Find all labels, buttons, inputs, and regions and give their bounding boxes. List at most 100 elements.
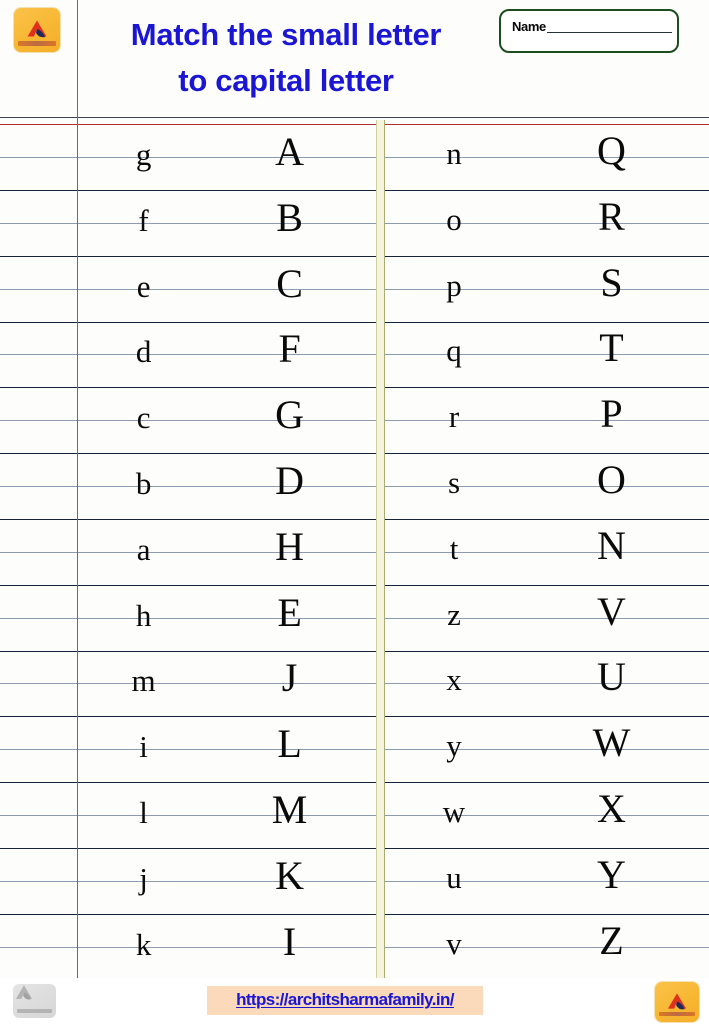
capital-letter[interactable]: X — [514, 789, 709, 829]
letter-pair-row: cG — [78, 395, 376, 441]
letter-pair-row: fB — [78, 197, 376, 244]
letter-pair-row: qT — [384, 328, 709, 374]
small-letter[interactable]: g — [78, 139, 203, 170]
letter-pair-row: zV — [384, 591, 709, 638]
small-letter[interactable]: u — [384, 862, 514, 893]
capital-letter[interactable]: M — [203, 790, 376, 830]
letter-pair-row: xU — [384, 657, 709, 703]
brand-logo-tagline-footer — [658, 1011, 696, 1017]
capital-letter[interactable]: D — [203, 461, 376, 501]
capital-letter[interactable]: G — [203, 395, 376, 435]
small-letter[interactable]: c — [78, 402, 203, 433]
small-letter[interactable]: s — [384, 467, 514, 498]
letter-pair-row: tN — [384, 525, 709, 572]
letter-pair-row: wX — [384, 789, 709, 835]
brand-logo-mark — [27, 20, 47, 37]
capital-letter[interactable]: J — [203, 658, 376, 698]
small-letter[interactable]: x — [384, 664, 514, 695]
small-letter[interactable]: e — [78, 271, 203, 302]
capital-letter[interactable]: R — [514, 196, 709, 237]
small-letter[interactable]: t — [384, 533, 514, 564]
capital-letter[interactable]: O — [514, 460, 709, 500]
name-field-row: Name — [512, 20, 672, 34]
rule-line — [0, 117, 709, 118]
capital-letter[interactable]: Y — [514, 854, 709, 895]
capital-letter[interactable]: U — [514, 657, 709, 697]
letter-pair-row: mJ — [78, 658, 376, 704]
site-url-text[interactable]: https://architsharmafamily.in/ — [236, 990, 454, 1009]
page-title: Match the small letter to capital letter — [86, 12, 486, 104]
letter-pair-row: gA — [78, 132, 376, 178]
capital-letter[interactable]: V — [514, 591, 709, 632]
left-letter-column: gAfBeCdFcGbDaHhEmJiLlMjKkI — [78, 120, 376, 978]
small-letter[interactable]: k — [78, 929, 203, 960]
small-letter[interactable]: d — [78, 336, 203, 367]
letter-pair-row: lM — [78, 790, 376, 836]
capital-letter[interactable]: B — [203, 197, 376, 238]
capital-letter[interactable]: Q — [514, 131, 709, 171]
small-letter[interactable]: q — [384, 335, 514, 366]
name-input-line[interactable] — [546, 32, 672, 33]
capital-letter[interactable]: S — [514, 262, 709, 303]
small-letter[interactable]: p — [384, 270, 514, 301]
small-letter[interactable]: h — [78, 600, 203, 631]
worksheet-header: Match the small letter to capital letter… — [0, 0, 709, 120]
letter-pair-row: bD — [78, 461, 376, 507]
small-letter[interactable]: a — [78, 534, 203, 565]
brand-logo-grey-mark — [15, 985, 33, 1000]
capital-letter[interactable]: L — [203, 724, 376, 764]
capital-letter[interactable]: W — [514, 723, 709, 763]
letter-pair-row: uY — [384, 854, 709, 901]
small-letter[interactable]: i — [78, 731, 203, 762]
capital-letter[interactable]: H — [203, 526, 376, 567]
letter-pair-row: dF — [78, 329, 376, 375]
brand-logo-tagline — [17, 40, 57, 46]
capital-letter[interactable]: K — [203, 855, 376, 896]
letter-pair-row: nQ — [384, 131, 709, 177]
letter-pair-row: kI — [78, 921, 376, 968]
letter-pair-row: rP — [384, 394, 709, 440]
small-letter[interactable]: o — [384, 204, 514, 235]
letter-pair-row: sO — [384, 460, 709, 506]
capital-letter[interactable]: A — [203, 132, 376, 172]
site-url-link[interactable]: https://architsharmafamily.in/ — [207, 986, 483, 1015]
ruled-paper-area: gAfBeCdFcGbDaHhEmJiLlMjKkI nQoRpSqTrPsOt… — [0, 0, 709, 981]
small-letter[interactable]: v — [384, 928, 514, 959]
name-label: Name — [512, 19, 546, 34]
page-title-line-1: Match the small letter — [130, 17, 442, 52]
letter-pair-row: iL — [78, 724, 376, 770]
letter-pair-row: pS — [384, 262, 709, 309]
small-letter[interactable]: r — [384, 401, 514, 432]
letter-pair-row: jK — [78, 855, 376, 902]
letter-pair-row: vZ — [384, 920, 709, 967]
brand-logo-icon-footer — [655, 982, 699, 1022]
small-letter[interactable]: j — [78, 863, 203, 894]
small-letter[interactable]: y — [384, 730, 514, 761]
small-letter[interactable]: l — [78, 797, 203, 828]
brand-logo-grey-tagline — [17, 1008, 52, 1013]
small-letter[interactable]: b — [78, 468, 203, 499]
capital-letter[interactable]: Z — [514, 920, 709, 961]
capital-letter[interactable]: I — [203, 921, 376, 962]
brand-logo-icon — [14, 8, 60, 52]
letter-pair-row: aH — [78, 526, 376, 573]
letter-pair-row: yW — [384, 723, 709, 769]
capital-letter[interactable]: E — [203, 592, 376, 633]
capital-letter[interactable]: C — [203, 263, 376, 304]
small-letter[interactable]: n — [384, 138, 514, 169]
right-letter-column: nQoRpSqTrPsOtNzVxUyWwXuYvZ — [384, 120, 709, 978]
small-letter[interactable]: z — [384, 599, 514, 630]
letter-pair-row: eC — [78, 263, 376, 310]
letter-pair-row: hE — [78, 592, 376, 639]
name-field-box[interactable]: Name — [499, 9, 679, 53]
capital-letter[interactable]: N — [514, 525, 709, 566]
capital-letter[interactable]: F — [203, 329, 376, 369]
brand-logo-grey-icon — [13, 984, 56, 1018]
capital-letter[interactable]: P — [514, 394, 709, 434]
worksheet-page: Match the small letter to capital letter… — [0, 0, 709, 1024]
small-letter[interactable]: w — [384, 796, 514, 827]
capital-letter[interactable]: T — [514, 328, 709, 368]
letter-pair-row: oR — [384, 196, 709, 243]
small-letter[interactable]: m — [78, 665, 203, 696]
small-letter[interactable]: f — [78, 205, 203, 236]
